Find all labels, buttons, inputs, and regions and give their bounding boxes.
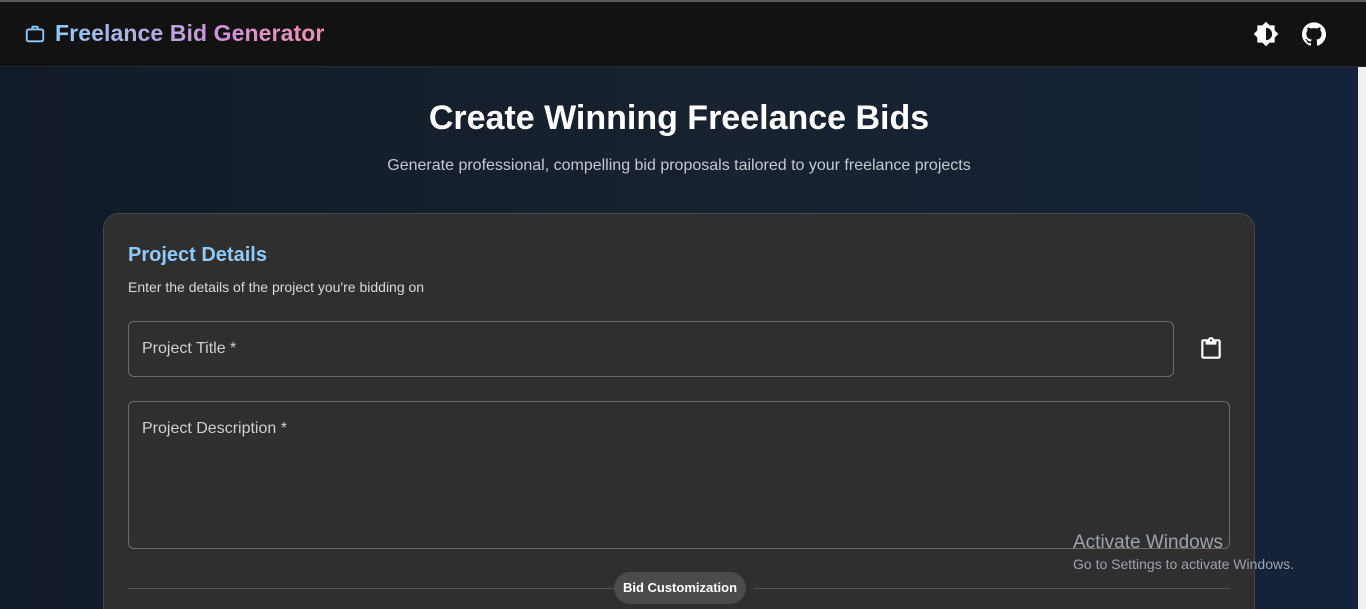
project-title-input[interactable]: Project Title * xyxy=(128,321,1174,377)
brand[interactable]: Freelance Bid Generator xyxy=(24,20,324,47)
paste-button[interactable] xyxy=(1198,336,1224,362)
project-description-label: Project Description * xyxy=(142,420,287,437)
briefcase-icon xyxy=(24,23,46,45)
section-title: Project Details xyxy=(128,244,267,266)
app-bar: Freelance Bid Generator xyxy=(0,2,1366,67)
divider-left xyxy=(128,588,614,589)
watermark-subtitle: Go to Settings to activate Windows. xyxy=(1073,556,1294,572)
clipboard-icon xyxy=(1201,337,1221,359)
scrollbar[interactable] xyxy=(1358,67,1366,609)
hero-title: Create Winning Freelance Bids xyxy=(428,99,930,137)
github-link-button[interactable] xyxy=(1301,21,1327,47)
github-icon xyxy=(1302,22,1326,46)
activation-watermark: Activate Windows Go to Settings to activ… xyxy=(1073,532,1294,572)
watermark-title: Activate Windows xyxy=(1073,532,1223,553)
app-title: Freelance Bid Generator xyxy=(55,20,325,46)
section-subtitle: Enter the details of the project you're … xyxy=(128,279,425,295)
project-title-label: Project Title * xyxy=(142,340,237,357)
project-description-input[interactable]: Project Description * xyxy=(128,401,1230,549)
bid-customization-chip: Bid Customization xyxy=(614,572,746,604)
brightness-icon xyxy=(1253,21,1279,47)
hero-subtitle: Generate professional, compelling bid pr… xyxy=(387,157,971,174)
main-content: Create Winning Freelance Bids Generate p… xyxy=(0,67,1358,609)
divider-right xyxy=(754,588,1230,589)
theme-toggle-button[interactable] xyxy=(1253,21,1279,47)
